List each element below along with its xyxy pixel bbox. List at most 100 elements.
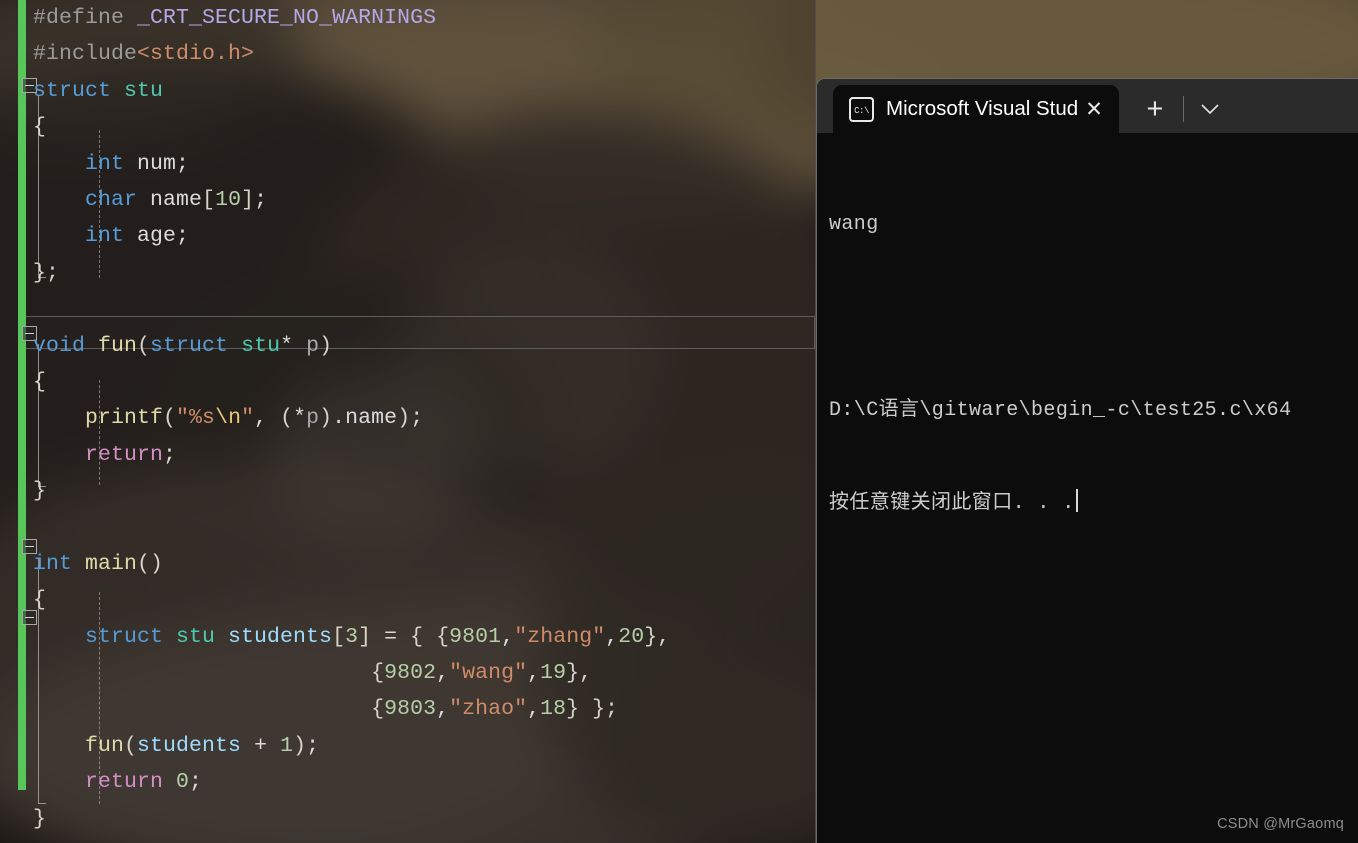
toolbar-separator bbox=[1183, 96, 1184, 122]
code-token: 1 bbox=[280, 733, 294, 758]
code-token: , bbox=[527, 661, 541, 686]
code-token: } bbox=[33, 479, 47, 504]
code-token: ; bbox=[410, 406, 424, 431]
terminal-tab-active[interactable]: C:\ Microsoft Visual Stud ✕ bbox=[833, 85, 1119, 133]
close-icon[interactable]: ✕ bbox=[1077, 92, 1111, 126]
code-editor-pane[interactable]: #define _CRT_SECURE_NO_WARNINGS #include<… bbox=[0, 0, 816, 843]
screen: #define _CRT_SECURE_NO_WARNINGS #include<… bbox=[0, 0, 1358, 843]
code-token: students bbox=[228, 624, 333, 649]
code-line: { bbox=[0, 109, 816, 145]
code-token: , bbox=[605, 624, 619, 649]
code-token: ; bbox=[306, 733, 320, 758]
code-token: , bbox=[501, 624, 515, 649]
code-text[interactable]: #define _CRT_SECURE_NO_WARNINGS #include<… bbox=[0, 0, 816, 843]
chevron-down-icon[interactable] bbox=[1190, 89, 1230, 129]
code-token: <stdio.h> bbox=[137, 42, 255, 67]
code-line: { bbox=[0, 582, 816, 618]
code-token: 18 bbox=[540, 697, 567, 722]
terminal-output-line: D:\C语言\gitware\begin_-c\test25.c\x64 bbox=[829, 399, 1292, 422]
code-token: + bbox=[241, 733, 281, 758]
terminal-title-bar[interactable]: C:\ Microsoft Visual Stud ✕ + bbox=[817, 79, 1358, 133]
code-token: name bbox=[137, 187, 203, 212]
new-tab-icon[interactable]: + bbox=[1133, 89, 1177, 129]
code-token: printf bbox=[85, 406, 164, 431]
code-token: () bbox=[137, 551, 164, 576]
code-line: return 0; bbox=[0, 764, 816, 800]
code-token: } }; bbox=[566, 697, 619, 722]
code-line: struct stu students[3] = { {9801,"zhang"… bbox=[0, 619, 816, 655]
code-token: 9803 bbox=[384, 697, 437, 722]
code-token: int bbox=[85, 151, 125, 176]
code-token: struct bbox=[150, 333, 242, 358]
code-token: "wang" bbox=[449, 661, 528, 686]
code-line: int age; bbox=[0, 218, 816, 254]
code-token: ( bbox=[124, 733, 138, 758]
code-token: " bbox=[241, 406, 255, 431]
code-token: struct bbox=[33, 78, 125, 103]
code-token: _CRT_SECURE_NO_WARNINGS bbox=[137, 6, 437, 30]
code-token: age; bbox=[124, 224, 190, 249]
code-token: num; bbox=[124, 151, 190, 176]
code-token: return bbox=[85, 442, 164, 467]
code-token: { bbox=[371, 697, 385, 722]
code-line: } bbox=[0, 801, 816, 837]
code-line: { bbox=[0, 364, 816, 400]
command-prompt-icon-label: C:\ bbox=[854, 105, 869, 116]
code-line: int num; bbox=[0, 146, 816, 182]
code-token: ; bbox=[254, 187, 268, 212]
code-token: ) bbox=[293, 733, 307, 758]
code-token: ) bbox=[397, 406, 411, 431]
code-token: char bbox=[85, 187, 138, 212]
windows-terminal-window[interactable]: C:\ Microsoft Visual Stud ✕ + wang D:\C语… bbox=[816, 78, 1358, 843]
code-line: printf("%s\n", (*p).name); bbox=[0, 400, 816, 436]
code-line: char name[10]; bbox=[0, 182, 816, 218]
code-token: { bbox=[33, 588, 47, 613]
terminal-prompt-text: 按任意键关闭此窗口. . . bbox=[829, 492, 1075, 515]
code-token: ; bbox=[163, 442, 177, 467]
code-token: int bbox=[33, 551, 86, 576]
code-token: ] bbox=[241, 187, 255, 212]
code-token: .name bbox=[332, 406, 398, 431]
code-token: ( bbox=[280, 406, 294, 431]
code-token: { bbox=[33, 369, 47, 394]
code-token: "zhao" bbox=[449, 697, 528, 722]
code-token: p bbox=[306, 406, 320, 431]
code-line: {9803,"zhao",18} }; bbox=[0, 691, 816, 727]
code-token: p bbox=[306, 333, 320, 358]
code-token: { { bbox=[410, 624, 450, 649]
code-token: }; bbox=[33, 260, 60, 285]
code-token: "zhang" bbox=[514, 624, 606, 649]
code-token: ( bbox=[163, 406, 177, 431]
code-line: void fun(struct stu* p) bbox=[0, 328, 816, 364]
code-token: }, bbox=[566, 661, 593, 686]
code-token: { bbox=[371, 661, 385, 686]
code-line: int main() bbox=[0, 546, 816, 582]
code-token: 19 bbox=[540, 661, 567, 686]
code-token: struct bbox=[85, 624, 177, 649]
code-token: void bbox=[33, 333, 99, 358]
terminal-output[interactable]: wang D:\C语言\gitware\begin_-c\test25.c\x6… bbox=[817, 133, 1358, 581]
code-line: #define _CRT_SECURE_NO_WARNINGS bbox=[0, 0, 816, 36]
code-token: fun bbox=[98, 333, 138, 358]
code-token: 9801 bbox=[449, 624, 502, 649]
code-token: , bbox=[436, 661, 450, 686]
terminal-tab-title: Microsoft Visual Stud bbox=[886, 97, 1077, 120]
code-token: * bbox=[293, 406, 307, 431]
code-token: * bbox=[280, 333, 307, 358]
code-token: } bbox=[33, 806, 47, 831]
code-token: 3 bbox=[345, 624, 359, 649]
code-token: #define bbox=[33, 6, 138, 30]
code-token: fun bbox=[85, 733, 125, 758]
code-token: ; bbox=[189, 770, 203, 795]
code-token: \n bbox=[215, 406, 242, 431]
code-token: }, bbox=[644, 624, 671, 649]
terminal-output-line: wang bbox=[829, 213, 879, 236]
